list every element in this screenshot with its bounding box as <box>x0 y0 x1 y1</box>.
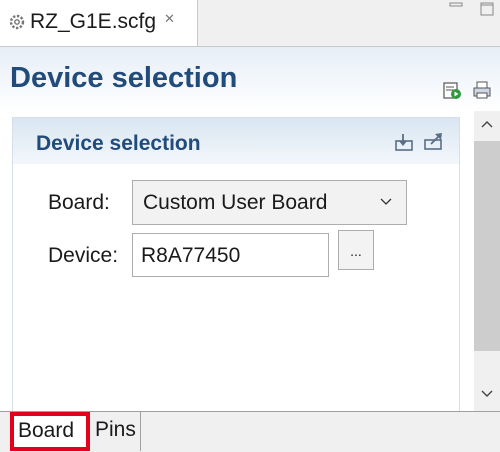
generate-code-icon[interactable] <box>442 80 462 100</box>
maximize-icon[interactable] <box>480 2 494 16</box>
close-icon[interactable]: ✕ <box>164 11 175 27</box>
board-dropdown[interactable]: Custom User Board <box>132 180 407 225</box>
editor-tab-bar: RZ_G1E.scfg ✕ <box>0 0 500 47</box>
board-dropdown-value: Custom User Board <box>143 191 328 214</box>
tab-board[interactable]: Board <box>10 412 90 451</box>
editor-tab-label: RZ_G1E.scfg <box>30 10 157 33</box>
print-report-icon[interactable] <box>472 80 492 100</box>
page-tab-bar: Board Pins <box>0 411 500 452</box>
tab-pins[interactable]: Pins <box>91 412 141 451</box>
vertical-scrollbar[interactable] <box>474 111 500 411</box>
scroll-down-icon[interactable] <box>481 387 493 399</box>
page-title: Device selection <box>10 62 238 94</box>
chevron-down-icon <box>380 198 392 205</box>
section-title: Device selection <box>36 132 201 155</box>
device-input-value: R8A77450 <box>141 244 241 267</box>
export-icon[interactable] <box>424 132 444 150</box>
import-icon[interactable] <box>395 133 415 151</box>
device-label: Device: <box>48 244 119 267</box>
scrollbar-thumb[interactable] <box>474 141 500 351</box>
form-header: Device selection <box>0 47 500 111</box>
scroll-up-icon[interactable] <box>481 119 493 131</box>
editor-tab[interactable]: RZ_G1E.scfg ✕ <box>0 0 198 46</box>
browse-device-button[interactable]: ... <box>338 230 374 270</box>
minimize-icon[interactable] <box>449 2 463 12</box>
board-label: Board: <box>48 191 110 214</box>
device-input[interactable]: R8A77450 <box>132 233 329 277</box>
section-header: Device selection <box>13 118 459 164</box>
gear-icon <box>9 14 25 30</box>
